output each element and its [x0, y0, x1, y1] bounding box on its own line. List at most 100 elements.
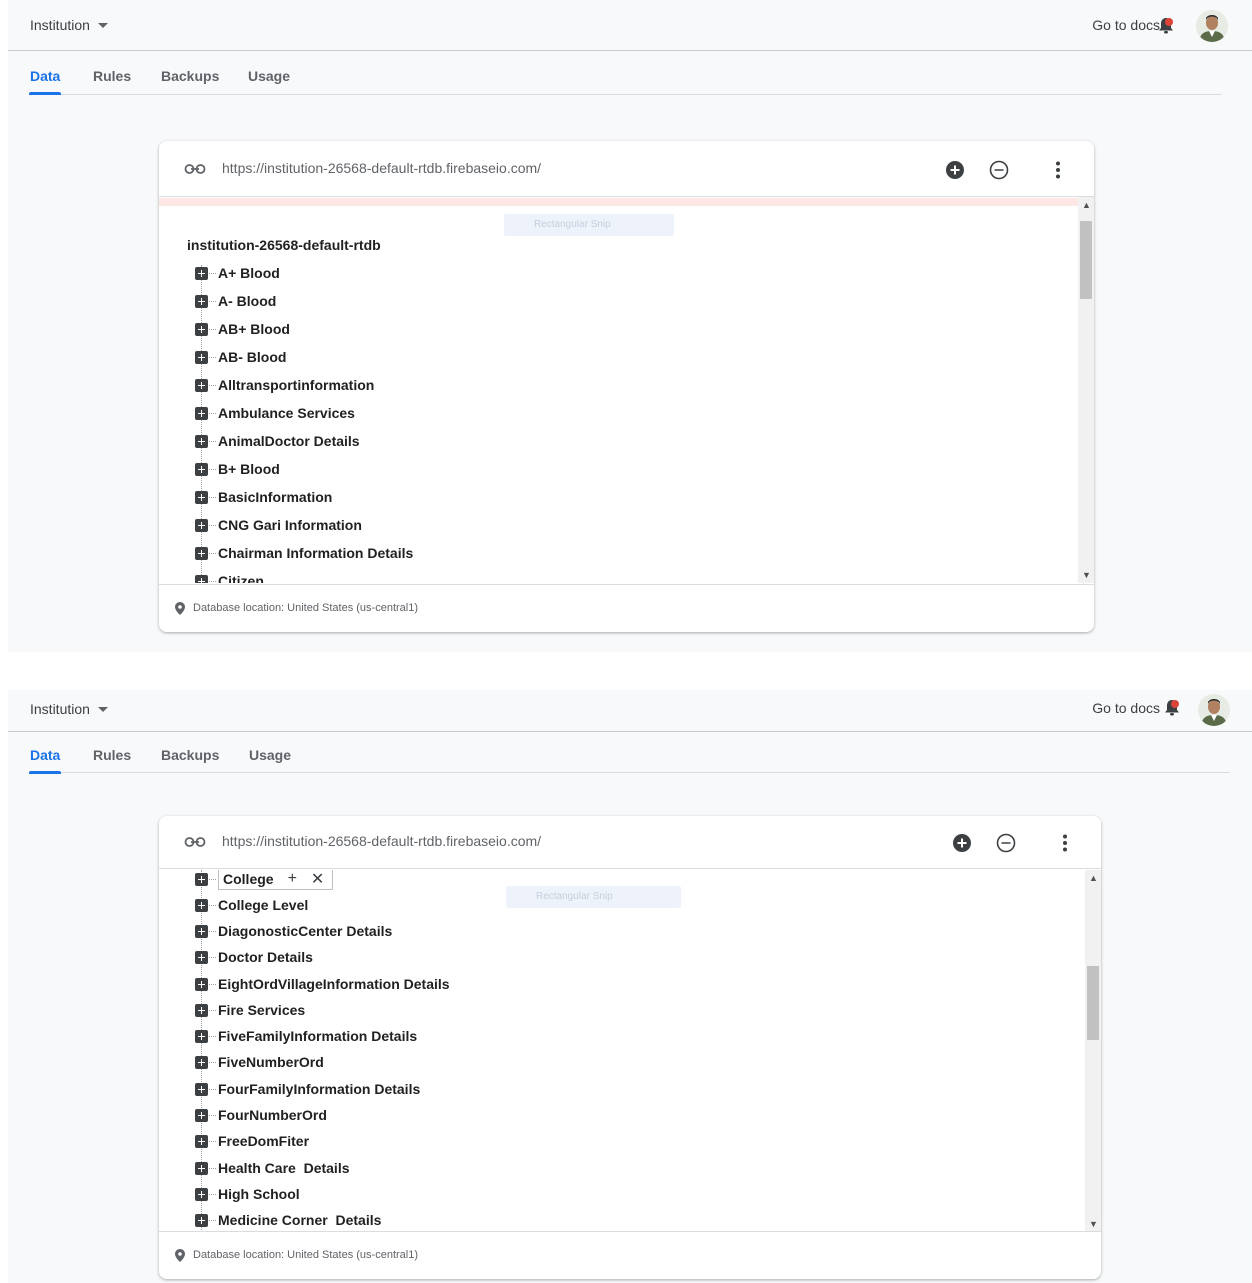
expand-node-icon[interactable] [195, 1187, 208, 1201]
node-hover-box[interactable]: College + ✕ [218, 870, 334, 890]
tab-rules[interactable]: Rules [93, 747, 131, 763]
tree-node[interactable]: EightOrdVillageInformation Details [195, 974, 450, 994]
tree-node[interactable]: FiveNumberOrd [195, 1052, 324, 1072]
go-to-docs-link[interactable]: Go to docs [1092, 17, 1160, 33]
expand-node-icon[interactable] [195, 950, 208, 964]
expand-node-icon[interactable] [195, 872, 208, 886]
tree-node[interactable]: College Level [195, 895, 308, 915]
database-url[interactable]: https://institution-26568-default-rtdb.f… [222, 160, 541, 176]
scroll-up-icon[interactable]: ▲ [1082, 201, 1091, 210]
tab-usage[interactable]: Usage [249, 747, 291, 763]
tree-node[interactable]: Doctor Details [195, 947, 313, 967]
expand-node-icon[interactable] [195, 924, 208, 938]
tree-node[interactable]: AB+ Blood [195, 319, 290, 339]
expand-node-icon[interactable] [195, 266, 208, 280]
expand-node-icon[interactable] [195, 1134, 208, 1148]
tree-connector [209, 878, 216, 880]
tree-node[interactable]: CNG Gari Information [195, 515, 362, 535]
tree-scrollbar[interactable]: ▲ ▼ [1078, 197, 1094, 583]
node-key: College Level [218, 897, 309, 913]
expand-node-icon[interactable] [195, 434, 208, 448]
add-child-icon[interactable]: + [288, 870, 297, 888]
more-vert-icon[interactable] [1054, 832, 1076, 854]
expand-node-icon[interactable] [195, 574, 208, 583]
tree-node[interactable]: B+ Blood [195, 459, 280, 479]
user-avatar[interactable] [1196, 10, 1228, 42]
expand-node-icon[interactable] [195, 490, 208, 504]
expand-node-icon[interactable] [195, 1055, 208, 1069]
project-name: Institution [30, 701, 90, 717]
tab-data[interactable]: Data [28, 747, 62, 774]
tree-connector [209, 1140, 216, 1142]
more-vert-icon[interactable] [1047, 159, 1069, 181]
tree-node[interactable]: Ambulance Services [195, 403, 355, 423]
project-selector[interactable]: Institution [30, 701, 108, 717]
tree-connector [209, 272, 216, 274]
scroll-thumb[interactable] [1087, 966, 1099, 1040]
tree-scrollbar[interactable]: ▲ ▼ [1085, 870, 1101, 1232]
tree-node[interactable]: A+ Blood [195, 263, 280, 283]
tree-connector [209, 904, 216, 906]
tab-usage[interactable]: Usage [248, 68, 290, 84]
project-selector[interactable]: Institution [30, 17, 108, 33]
tree-node[interactable]: Chairman Information Details [195, 543, 413, 563]
tab-data[interactable]: Data [28, 68, 62, 95]
go-to-docs-link[interactable]: Go to docs [1092, 700, 1160, 716]
tree-node-editing[interactable]: College + ✕ [195, 870, 334, 890]
delete-node-icon[interactable]: ✕ [311, 870, 324, 889]
tree-node[interactable]: Health Care Details [195, 1158, 350, 1178]
tree-root[interactable]: institution-26568-default-rtdb [187, 237, 381, 253]
tree-node[interactable]: Fire Services [195, 1000, 305, 1020]
tree-node[interactable]: High School [195, 1184, 300, 1204]
expand-node-icon[interactable] [195, 898, 208, 912]
scroll-thumb[interactable] [1080, 221, 1092, 299]
tree-node[interactable]: FourNumberOrd [195, 1105, 327, 1125]
expand-node-icon[interactable] [195, 462, 208, 476]
node-key: High School [218, 1186, 300, 1202]
scroll-up-icon[interactable]: ▲ [1089, 874, 1098, 883]
expand-node-icon[interactable] [195, 350, 208, 364]
tree-node[interactable]: AB- Blood [195, 347, 286, 367]
collapse-all-icon[interactable] [988, 159, 1010, 181]
expand-node-icon[interactable] [195, 1161, 208, 1175]
database-url[interactable]: https://institution-26568-default-rtdb.f… [222, 833, 541, 849]
tree-node[interactable]: FiveFamilyInformation Details [195, 1026, 417, 1046]
tab-backups[interactable]: Backups [161, 747, 219, 763]
expand-node-icon[interactable] [195, 406, 208, 420]
expand-node-icon[interactable] [195, 1082, 208, 1096]
tab-backups[interactable]: Backups [161, 68, 219, 84]
expand-node-icon[interactable] [195, 322, 208, 336]
expand-node-icon[interactable] [195, 294, 208, 308]
ghost-snip-tooltip: Rectangular Snip [506, 886, 681, 908]
tree-node[interactable]: BasicInformation [195, 487, 332, 507]
tree-node[interactable]: Medicine Corner Details [195, 1210, 381, 1230]
tree-node[interactable]: A- Blood [195, 291, 276, 311]
expand-node-icon[interactable] [195, 546, 208, 560]
tree-connector [209, 524, 216, 526]
notification-bell-icon[interactable] [1162, 698, 1182, 718]
expand-node-icon[interactable] [195, 1108, 208, 1122]
expand-node-icon[interactable] [195, 1029, 208, 1043]
expand-node-icon[interactable] [195, 1003, 208, 1017]
tab-rules[interactable]: Rules [93, 68, 131, 84]
scroll-down-icon[interactable]: ▼ [1082, 571, 1091, 580]
node-key: AB- Blood [218, 349, 287, 365]
expand-node-icon[interactable] [195, 1213, 208, 1227]
expand-node-icon[interactable] [195, 518, 208, 532]
tree-node[interactable]: AnimalDoctor Details [195, 431, 360, 451]
tree-node[interactable]: Citizen [195, 571, 264, 583]
expand-all-icon[interactable] [944, 159, 966, 181]
tree-node[interactable]: Alltransportinformation [195, 375, 374, 395]
user-avatar[interactable] [1198, 694, 1230, 726]
notification-bell-icon[interactable] [1156, 16, 1176, 36]
tree-node[interactable]: FreeDomFiter [195, 1131, 309, 1151]
tree-node[interactable]: DiagonosticCenter Details [195, 921, 392, 941]
expand-node-icon[interactable] [195, 977, 208, 991]
tab-bar: Data Rules Backups Usage [28, 64, 1222, 95]
collapse-all-icon[interactable] [995, 832, 1017, 854]
expand-node-icon[interactable] [195, 378, 208, 392]
scroll-down-icon[interactable]: ▼ [1089, 1220, 1098, 1229]
expand-all-icon[interactable] [951, 832, 973, 854]
node-key: FourNumberOrd [218, 1107, 327, 1123]
tree-node[interactable]: FourFamilyInformation Details [195, 1079, 420, 1099]
